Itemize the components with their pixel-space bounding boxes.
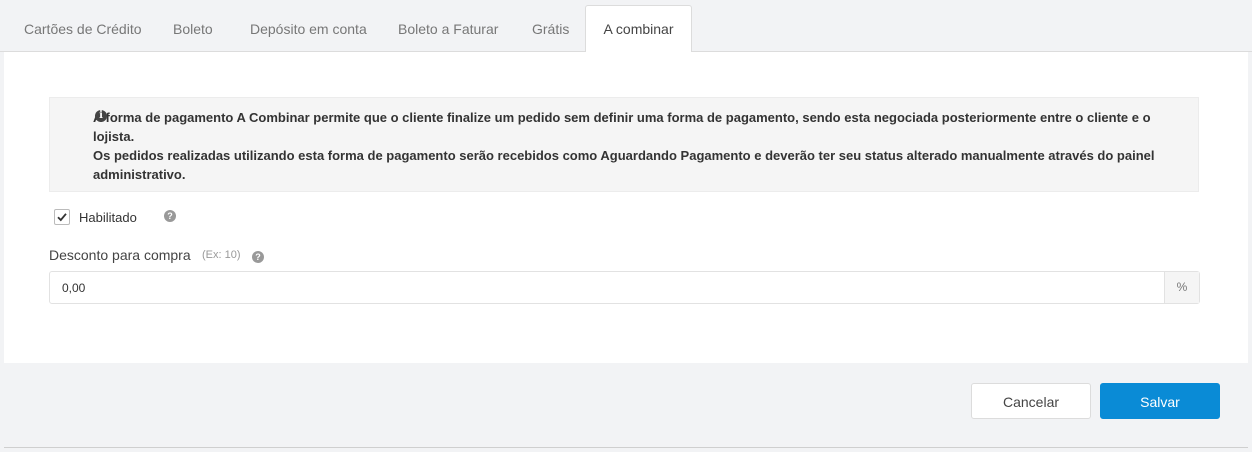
discount-hint: (Ex: 10): [202, 249, 241, 261]
percent-addon: %: [1164, 272, 1199, 303]
discount-label: Desconto para compra: [49, 247, 191, 263]
check-icon: [57, 213, 67, 222]
tab-cartoes-de-credito[interactable]: Cartões de Crédito: [24, 6, 142, 52]
form-footer: Cancelar Salvar: [4, 363, 1248, 448]
question-circle-icon[interactable]: ?: [252, 251, 264, 263]
save-button[interactable]: Salvar: [1100, 383, 1220, 419]
payment-method-tabs: Cartões de Crédito Boleto Depósito em co…: [0, 0, 1252, 53]
tab-a-combinar[interactable]: A combinar: [585, 5, 692, 53]
tab-content-panel: i A forma de pagamento A Combinar permit…: [4, 52, 1248, 363]
cancel-button[interactable]: Cancelar: [971, 383, 1091, 419]
discount-input[interactable]: [50, 272, 1165, 303]
tab-gratis[interactable]: Grátis: [532, 6, 569, 52]
discount-input-group: %: [49, 271, 1200, 304]
info-circle-icon: i: [95, 110, 107, 122]
enabled-label[interactable]: Habilitado: [79, 210, 137, 225]
tab-boleto[interactable]: Boleto: [173, 6, 213, 52]
question-circle-icon[interactable]: ?: [164, 210, 176, 222]
tab-boleto-a-faturar[interactable]: Boleto a Faturar: [398, 6, 498, 52]
info-text-line-2: Os pedidos realizadas utilizando esta fo…: [93, 148, 1155, 182]
tab-deposito-em-conta[interactable]: Depósito em conta: [250, 6, 367, 52]
enabled-checkbox[interactable]: [54, 209, 70, 225]
info-alert: i A forma de pagamento A Combinar permit…: [49, 97, 1199, 192]
info-text-line-1: A forma de pagamento A Combinar permite …: [93, 110, 1151, 144]
